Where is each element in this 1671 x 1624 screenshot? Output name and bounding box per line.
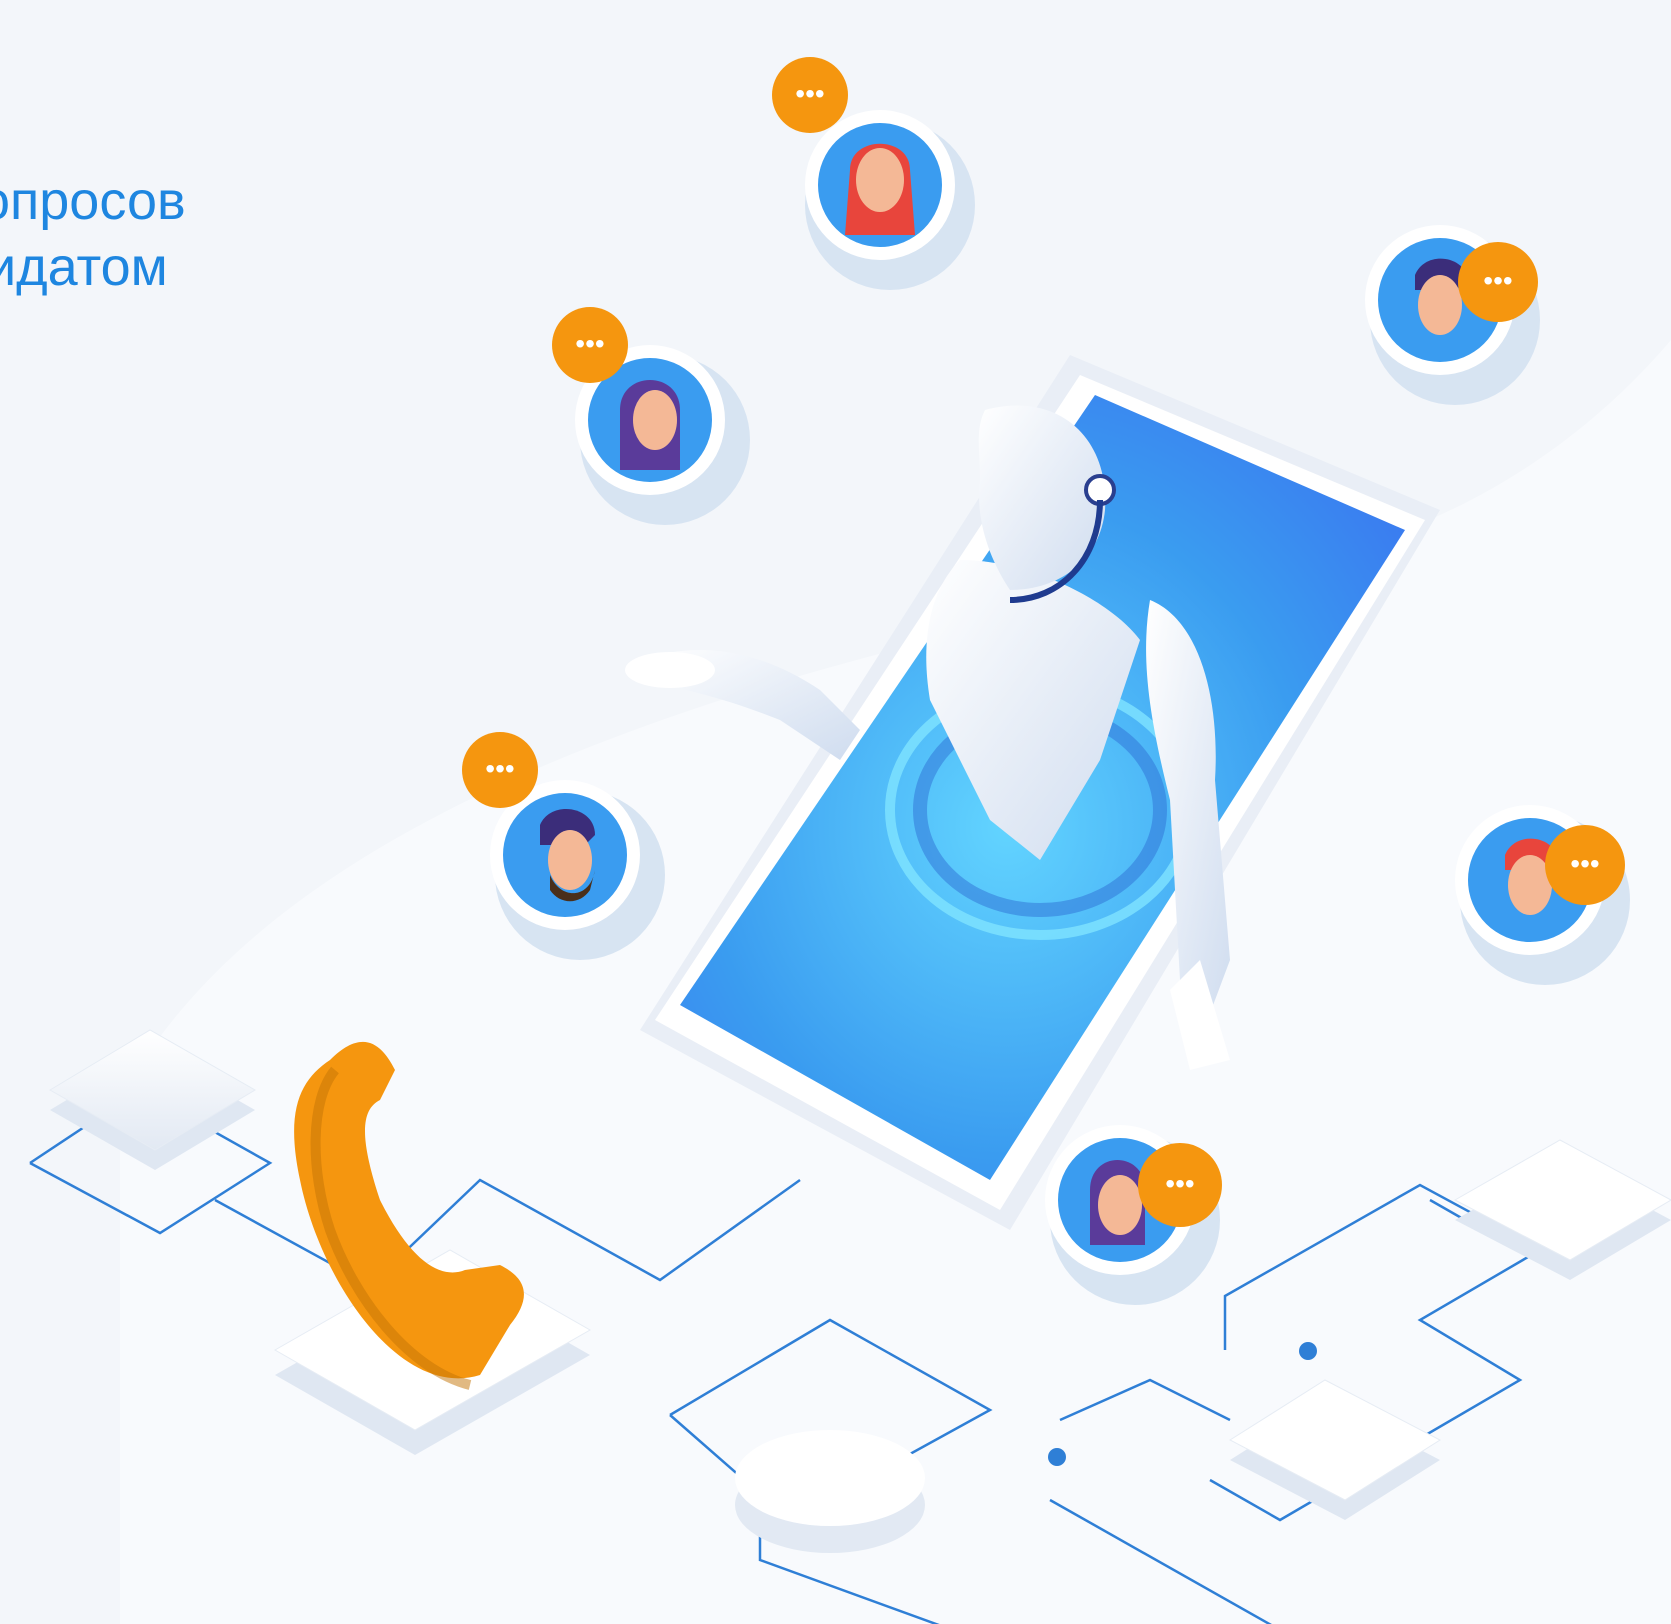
- network-node-icon: [1299, 1342, 1317, 1360]
- svg-text:•••: •••: [795, 78, 824, 109]
- network-node-icon: [1048, 1448, 1066, 1466]
- platform-bottom-round: [735, 1430, 925, 1553]
- chat-bubble-avatar-top: •••: [772, 57, 975, 290]
- svg-text:•••: •••: [1165, 1168, 1194, 1199]
- svg-text:•••: •••: [575, 328, 604, 359]
- illustration: ••• ••• ••• ••• ••• •••: [29, 57, 1671, 1624]
- svg-text:•••: •••: [1483, 265, 1512, 296]
- svg-text:•••: •••: [1570, 848, 1599, 879]
- chat-bubble-avatar-top-right: •••: [1365, 225, 1540, 405]
- svg-text:•••: •••: [485, 753, 514, 784]
- chat-bubble-avatar-upper-left: •••: [552, 307, 750, 525]
